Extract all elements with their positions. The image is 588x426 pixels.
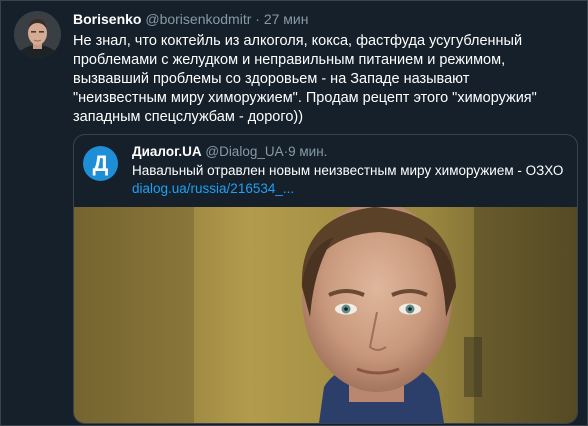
tweet-text-line: вызвавший проблемы со здоровьем - на Зап… [73,71,470,87]
quoted-tweet-link[interactable]: dialog.ua/russia/216534_... [132,180,294,197]
quoted-tweet-photo[interactable] [74,207,577,423]
quoted-tweet-card[interactable]: Д Диалог.UA @Dialog_UA·9 мин. Навальный … [73,134,578,424]
tweet-header: Borisenko @borisenkodmitr · 27 мин [73,10,308,28]
author-handle[interactable]: @borisenkodmitr [145,11,251,27]
quoted-tweet-text: Навальный отравлен новым неизвестным мир… [132,163,564,178]
avatar-portrait-image [14,11,61,58]
author-avatar[interactable] [14,11,61,58]
tweet-text-line: проблемами с желудком и неправильным пит… [73,52,506,68]
tweet-text-line: Не знал, что коктейль из алкоголя, кокса… [73,33,523,49]
author-name[interactable]: Borisenko [73,11,141,27]
quoted-author-name[interactable]: Диалог.UA [132,144,202,159]
quoted-tweet-header: Диалог.UA @Dialog_UA·9 мин. [132,143,327,160]
quoted-author-avatar[interactable]: Д [83,146,118,181]
quoted-timestamp[interactable]: 9 мин. [288,144,327,159]
tweet-container: Borisenko @borisenkodmitr · 27 мин Не зн… [0,0,588,426]
tweet-text-line: западным спецслужбам - дорого)) [73,109,304,125]
portrait-photo-image [74,207,577,423]
tweet-text: Не знал, что коктейль из алкоголя, кокса… [73,32,573,127]
tweet-text-line: "неизвестным миру химоружием". Продам ре… [73,90,537,106]
quoted-author-handle[interactable]: @Dialog_UA [205,144,283,159]
header-separator: · [255,11,260,27]
tweet-timestamp[interactable]: 27 мин [264,11,309,27]
